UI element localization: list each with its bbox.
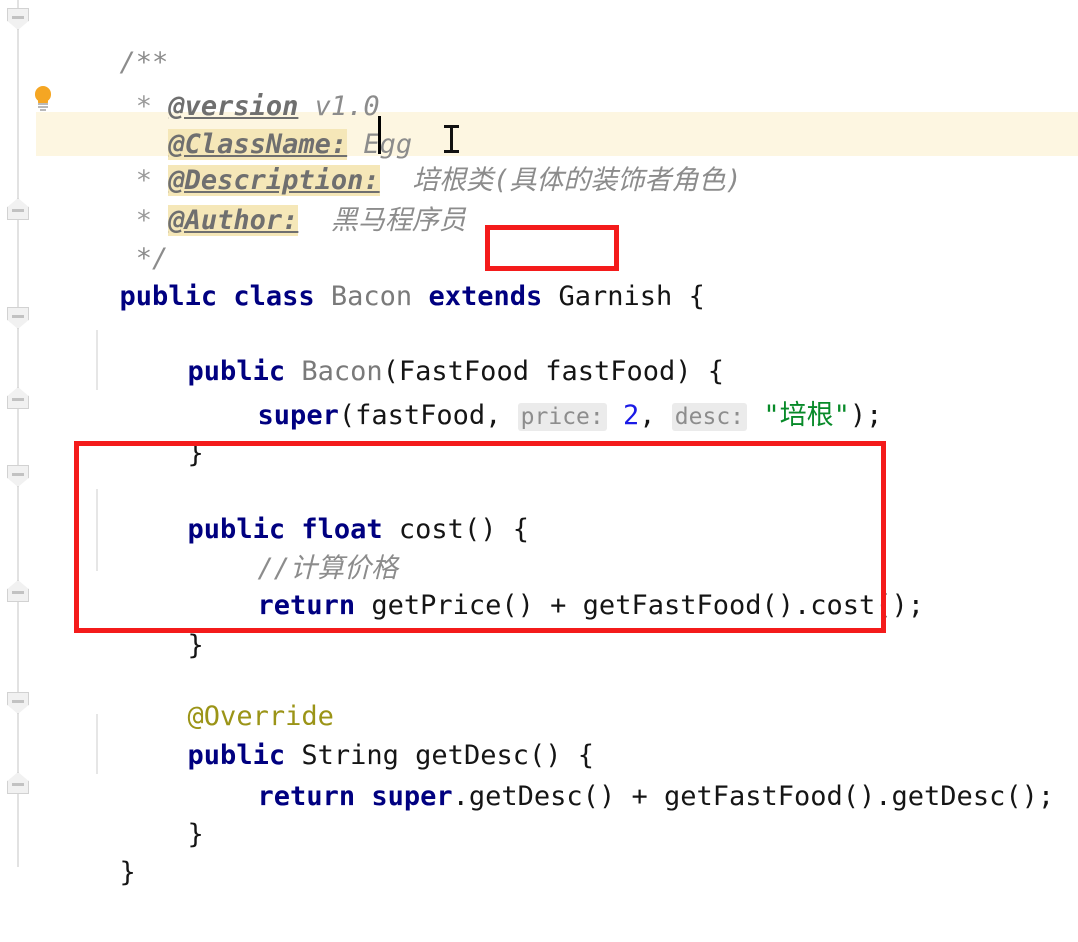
code-line-getdesc-signature: public String getDesc() { (187, 740, 594, 771)
code-line-class-declaration: public class Bacon extends Garnish { (119, 281, 705, 312)
code-line-class-close: } (119, 857, 136, 888)
code-line-constructor-signature: public Bacon(FastFood fastFood) { (187, 356, 725, 387)
code-line-cost-close: } (187, 630, 204, 661)
code-line-javadoc-open: /** (119, 47, 169, 78)
indent-guide (96, 714, 98, 774)
ibeam-mouse-cursor (443, 124, 459, 154)
indent-guide (96, 489, 98, 571)
code-editor[interactable]: /** * @version v1.0 * @ClassName: Egg * … (0, 0, 1078, 888)
text-caret (378, 116, 381, 154)
code-line-constructor-close: } (187, 438, 204, 469)
indent-guide (96, 330, 98, 390)
code-content[interactable]: /** * @version v1.0 * @ClassName: Egg * … (0, 0, 1078, 888)
